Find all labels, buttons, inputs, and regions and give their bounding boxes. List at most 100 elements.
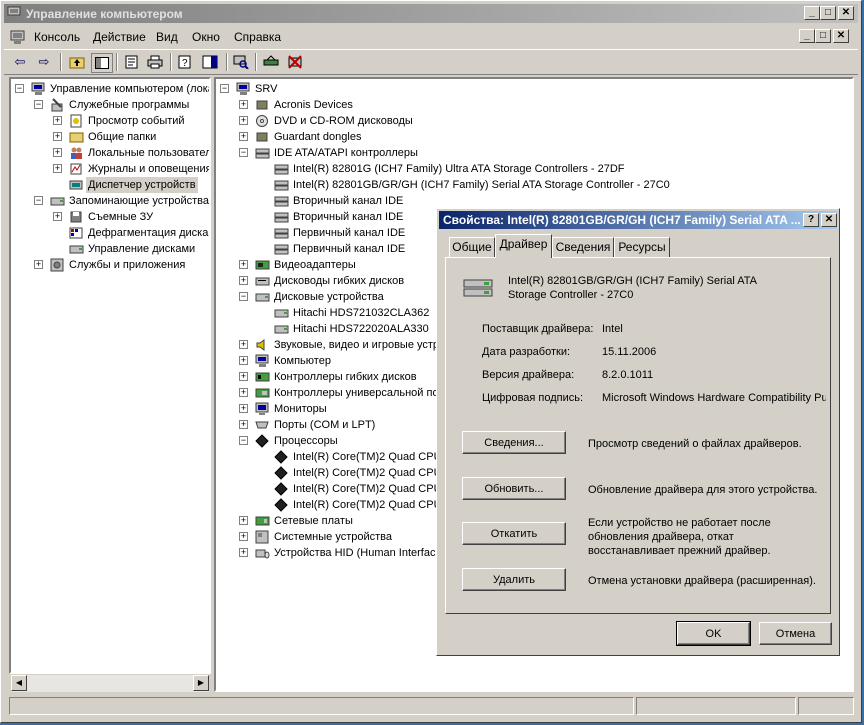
- expand-toggle[interactable]: +: [53, 164, 62, 173]
- cpu-icon: [273, 450, 289, 464]
- event-icon: [68, 114, 84, 128]
- scan-hardware-icon[interactable]: [231, 53, 251, 71]
- digital-signer-value: Microsoft Windows Hardware Compatibility…: [602, 392, 826, 404]
- child-close-button[interactable]: ✕: [833, 29, 849, 43]
- help-button[interactable]: ?: [803, 213, 819, 227]
- tab-driver[interactable]: Драйвер: [495, 234, 552, 258]
- collapse-toggle[interactable]: −: [239, 292, 248, 301]
- tree-item-label: Локальные пользователи: [88, 147, 211, 159]
- close-button[interactable]: ✕: [838, 6, 854, 20]
- expand-toggle[interactable]: +: [239, 116, 248, 125]
- back-arrow-icon[interactable]: ⇦: [10, 53, 30, 71]
- tools-icon: [49, 98, 65, 112]
- expand-toggle[interactable]: +: [239, 420, 248, 429]
- tab-general[interactable]: Общие: [449, 237, 495, 257]
- users-icon: [68, 146, 84, 160]
- removable-icon: [68, 210, 84, 224]
- help-icon[interactable]: ?: [176, 53, 196, 71]
- tree-item-label: Дисковые устройства: [274, 291, 384, 303]
- status-bar-main: [9, 697, 634, 715]
- child-minimize-button[interactable]: _: [799, 29, 815, 43]
- scroll-right-button[interactable]: ▶: [193, 675, 209, 691]
- driver-version-label: Версия драйвера:: [482, 369, 575, 381]
- uninstall-desc: Отмена установки драйвера (расширенная).: [588, 575, 816, 587]
- toolbar-separator: [116, 53, 118, 71]
- expand-toggle[interactable]: +: [34, 260, 43, 269]
- menu-console[interactable]: Консоль: [34, 30, 80, 44]
- toolbar-separator: [60, 53, 62, 71]
- expand-toggle[interactable]: +: [239, 276, 248, 285]
- left-horizontal-scrollbar[interactable]: ◀ ▶: [11, 675, 209, 692]
- expand-toggle[interactable]: +: [53, 116, 62, 125]
- expand-toggle[interactable]: +: [239, 132, 248, 141]
- expand-toggle[interactable]: +: [239, 532, 248, 541]
- expand-toggle[interactable]: +: [239, 548, 248, 557]
- expand-toggle[interactable]: +: [239, 404, 248, 413]
- uninstall-icon[interactable]: [285, 53, 305, 71]
- expand-toggle[interactable]: +: [239, 340, 248, 349]
- expand-toggle[interactable]: +: [239, 372, 248, 381]
- collapse-toggle[interactable]: −: [239, 148, 248, 157]
- expand-toggle[interactable]: +: [53, 148, 62, 157]
- uninstall-driver-button[interactable]: Удалить: [462, 568, 566, 591]
- dialog-close-button[interactable]: ✕: [821, 213, 837, 227]
- console-icon[interactable]: [10, 30, 26, 45]
- rollback-desc-line2: обновления драйвера, откат: [588, 531, 734, 543]
- minimize-button[interactable]: _: [804, 6, 820, 20]
- collapse-toggle[interactable]: −: [34, 100, 43, 109]
- cancel-button[interactable]: Отмена: [759, 622, 832, 645]
- menu-action[interactable]: Действие: [93, 30, 146, 44]
- status-bar-section: [798, 697, 854, 715]
- dialog-titlebar[interactable]: Свойства: Intel(R) 82801GB/GR/GH (ICH7 F…: [439, 211, 837, 229]
- child-restore-button[interactable]: □: [815, 29, 831, 43]
- collapse-toggle[interactable]: −: [15, 84, 24, 93]
- expand-toggle[interactable]: +: [239, 516, 248, 525]
- maximize-button[interactable]: □: [820, 6, 836, 20]
- tree-item-label: Процессоры: [274, 435, 338, 447]
- driver-provider-value: Intel: [602, 323, 623, 335]
- up-folder-icon[interactable]: [67, 53, 87, 71]
- menu-window[interactable]: Окно: [192, 30, 220, 44]
- tree-item-label: Управление компьютером (локаль: [50, 83, 211, 95]
- ide-icon: [273, 162, 289, 176]
- console-tree-pane[interactable]: − Управление компьютером (локаль − Служебны…: [9, 77, 211, 674]
- action-pane-icon[interactable]: [200, 53, 220, 71]
- expand-toggle[interactable]: +: [239, 388, 248, 397]
- computer-icon: [235, 82, 251, 96]
- expand-toggle[interactable]: +: [53, 212, 62, 221]
- update-driver-icon[interactable]: [261, 53, 281, 71]
- port-icon: [254, 418, 270, 432]
- scroll-left-button[interactable]: ◀: [11, 675, 27, 691]
- menu-view[interactable]: Вид: [156, 30, 178, 44]
- computer-icon: [254, 354, 270, 368]
- ok-button[interactable]: OK: [676, 621, 751, 646]
- window-titlebar[interactable]: Управление компьютером _ □ ✕: [4, 4, 858, 23]
- tree-item-label: Звуковые, видео и игровые устр: [274, 339, 440, 351]
- device-manager-icon: [68, 178, 84, 192]
- tree-item-label: Контроллеры гибких дисков: [274, 371, 417, 383]
- toolbar: ⇦ ⇨ ?: [4, 49, 858, 75]
- collapse-toggle[interactable]: −: [34, 196, 43, 205]
- properties-icon[interactable]: [122, 53, 142, 71]
- cpu-icon: [273, 498, 289, 512]
- tree-item-label: Службы и приложения: [69, 259, 186, 271]
- tree-item-label: Контроллеры универсальной пос: [274, 387, 445, 399]
- forward-arrow-icon[interactable]: ⇨: [34, 53, 54, 71]
- tab-details[interactable]: Сведения: [552, 237, 614, 257]
- show-tree-icon[interactable]: [91, 53, 113, 73]
- expand-toggle[interactable]: +: [53, 132, 62, 141]
- expand-toggle[interactable]: +: [239, 100, 248, 109]
- tree-item-label: Acronis Devices: [274, 99, 353, 111]
- expand-toggle[interactable]: +: [239, 356, 248, 365]
- expand-toggle[interactable]: +: [239, 260, 248, 269]
- tab-resources[interactable]: Ресурсы: [614, 237, 670, 257]
- update-driver-button[interactable]: Обновить...: [462, 477, 566, 500]
- rollback-driver-button[interactable]: Откатить: [462, 522, 566, 545]
- computer-icon: [30, 82, 46, 96]
- menu-help[interactable]: Справка: [234, 30, 281, 44]
- collapse-toggle[interactable]: −: [220, 84, 229, 93]
- collapse-toggle[interactable]: −: [239, 436, 248, 445]
- sound-icon: [254, 338, 270, 352]
- driver-details-button[interactable]: Сведения...: [462, 431, 566, 454]
- print-icon[interactable]: [145, 53, 165, 71]
